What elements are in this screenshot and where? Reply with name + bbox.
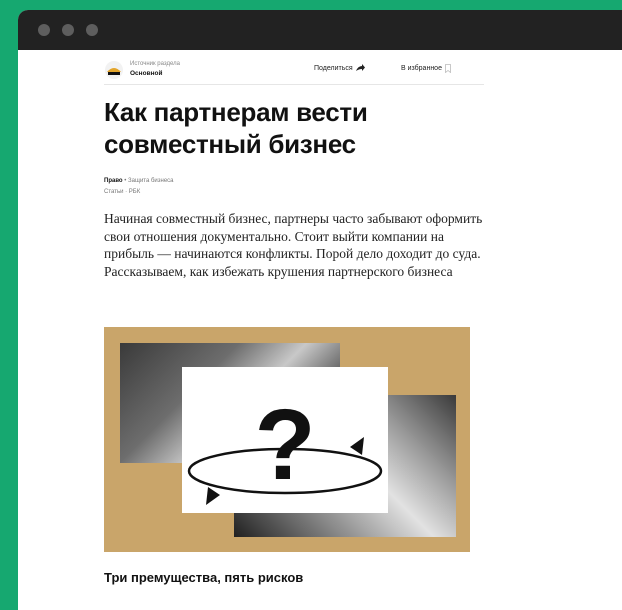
section-name[interactable]: Основной — [130, 70, 162, 77]
article-title: Как партнерам вести совместный бизнес — [104, 97, 368, 159]
section-logo-icon[interactable] — [104, 60, 124, 80]
bookmark-icon — [445, 64, 451, 73]
article-meta: Статьи · РБК — [104, 189, 141, 195]
share-label: Поделиться — [314, 64, 353, 72]
hero-card: ? — [182, 367, 388, 513]
question-cycle-illustration: ? — [187, 389, 383, 505]
tag-secondary[interactable]: Защита бизнеса — [128, 178, 173, 184]
share-button[interactable]: Поделиться — [314, 64, 365, 72]
section-caption: Источник раздела — [130, 61, 180, 67]
question-mark: ? — [254, 389, 315, 501]
share-arrow-icon — [355, 64, 365, 71]
article-header: Источник раздела Основной Поделиться В и… — [104, 58, 484, 85]
browser-window: Источник раздела Основной Поделиться В и… — [18, 10, 622, 610]
article-lead: Начиная совместный бизнес, партнеры част… — [104, 211, 483, 279]
tag-separator: • — [124, 178, 127, 184]
article-tags: Право • Защита бизнеса — [104, 178, 174, 184]
favorite-button[interactable]: В избранное — [401, 64, 451, 73]
tag-primary[interactable]: Право — [104, 178, 123, 184]
favorite-label: В избранное — [401, 65, 442, 72]
window-maximize-dot[interactable] — [86, 24, 98, 36]
hero-image: ? — [104, 327, 470, 552]
window-close-dot[interactable] — [38, 24, 50, 36]
section-subheading: Три премущества, пять рисков — [104, 570, 304, 585]
window-minimize-dot[interactable] — [62, 24, 74, 36]
window-titlebar — [18, 10, 622, 50]
